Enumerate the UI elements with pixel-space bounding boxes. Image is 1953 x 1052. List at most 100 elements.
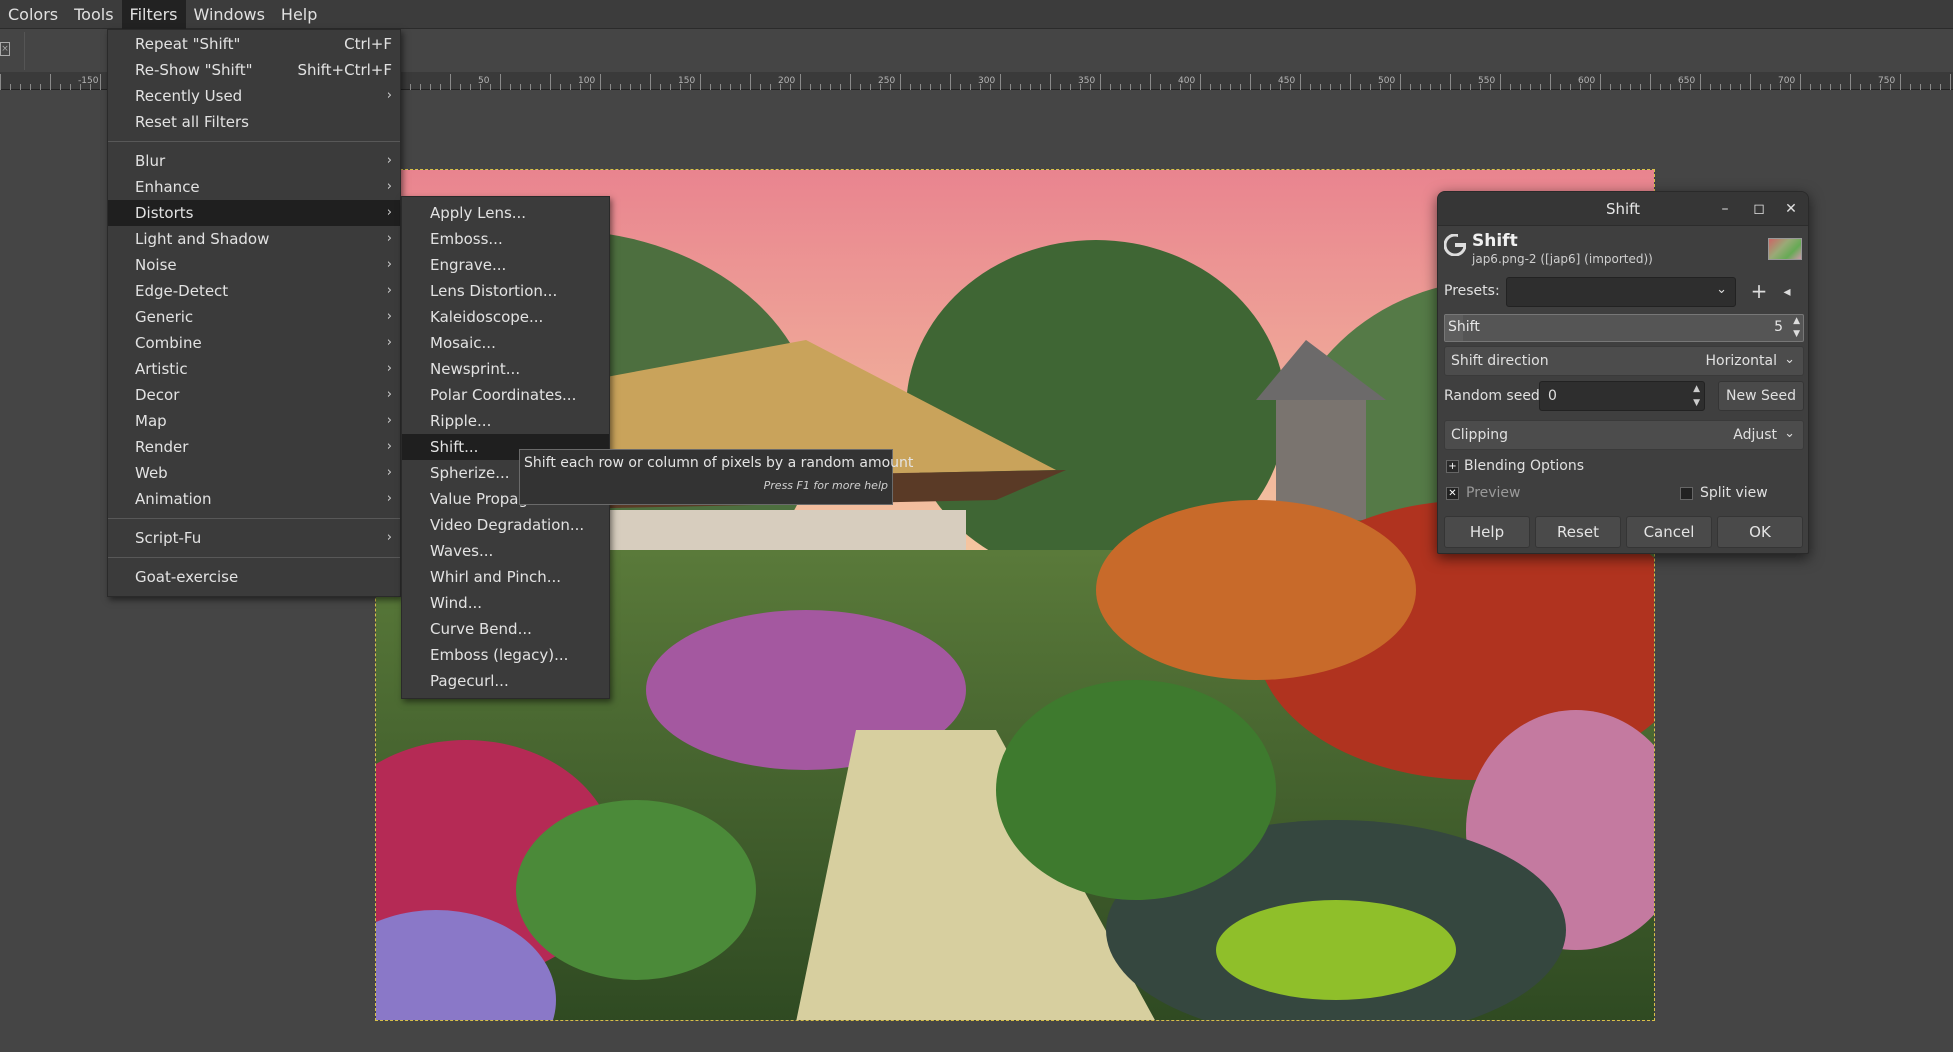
chevron-right-icon: › [386, 439, 392, 454]
ruler-label: 200 [778, 76, 795, 86]
presets-menu-icon[interactable]: ◂ [1776, 279, 1798, 305]
random-seed-input[interactable]: 0 ▲ ▼ [1539, 381, 1705, 411]
ruler-label: 700 [1778, 76, 1795, 86]
menu-item-waves[interactable]: Waves... [402, 538, 609, 564]
menu-item-generic[interactable]: Generic › [108, 304, 400, 330]
menu-item-decor[interactable]: Decor › [108, 382, 400, 408]
ruler-label: 500 [1378, 76, 1395, 86]
ruler-label: 750 [1878, 76, 1895, 86]
menu-item-render[interactable]: Render › [108, 434, 400, 460]
menu-item-repeat-shift[interactable]: Repeat "Shift" Ctrl+F [108, 31, 400, 57]
close-icon[interactable]: ✕ [1780, 192, 1802, 226]
menu-item-curve-bend[interactable]: Curve Bend... [402, 616, 609, 642]
menu-item-wind[interactable]: Wind... [402, 590, 609, 616]
chevron-right-icon: › [386, 491, 392, 506]
minimize-icon[interactable]: – [1714, 192, 1736, 226]
menu-item-artistic[interactable]: Artistic › [108, 356, 400, 382]
menu-item-combine[interactable]: Combine › [108, 330, 400, 356]
presets-row: Presets: ⌄ + ◂ [1444, 277, 1802, 307]
menu-item-engrave[interactable]: Engrave... [402, 252, 609, 278]
add-preset-icon[interactable]: + [1748, 279, 1770, 305]
new-seed-button[interactable]: New Seed [1718, 381, 1804, 411]
menu-padding [108, 590, 400, 596]
menu-item-web[interactable]: Web › [108, 460, 400, 486]
menu-item-label: Goat-exercise [135, 568, 239, 586]
menu-item-kaleidoscope[interactable]: Kaleidoscope... [402, 304, 609, 330]
ruler-label: 550 [1478, 76, 1495, 86]
random-seed-label: Random seed [1444, 388, 1540, 404]
shift-direction-combo[interactable]: Shift direction Horizontal ⌄ [1444, 346, 1804, 376]
gimp-logo-icon [1444, 234, 1466, 256]
menu-item-lens-distortion[interactable]: Lens Distortion... [402, 278, 609, 304]
menu-item-video-degradation[interactable]: Video Degradation... [402, 512, 609, 538]
menu-item-label: Blur [135, 152, 166, 170]
chevron-right-icon: › [386, 88, 392, 103]
menu-filters[interactable]: Filters [121, 0, 186, 29]
chevron-right-icon: › [386, 231, 392, 246]
menu-item-animation[interactable]: Animation › [108, 486, 400, 512]
shift-direction-label: Shift direction [1451, 353, 1549, 369]
preview-row: ✕ Preview Split view [1444, 483, 1802, 505]
menu-item-label: Enhance [135, 178, 200, 196]
spin-arrows-icon[interactable]: ▲ ▼ [1693, 382, 1700, 410]
dialog-titlebar[interactable]: Shift – ◻ ✕ [1438, 192, 1808, 226]
ruler-label: 650 [1678, 76, 1695, 86]
menu-item-recently-used[interactable]: Recently Used › [108, 83, 400, 109]
menu-item-emboss[interactable]: Emboss... [402, 226, 609, 252]
menu-item-mosaic[interactable]: Mosaic... [402, 330, 609, 356]
dialog-buttons: Help Reset Cancel OK [1444, 516, 1803, 548]
menu-item-whirl-and-pinch[interactable]: Whirl and Pinch... [402, 564, 609, 590]
menu-item-label: Animation [135, 490, 212, 508]
menu-item-light-and-shadow[interactable]: Light and Shadow › [108, 226, 400, 252]
tab-close-icon[interactable]: × [0, 42, 10, 56]
menu-padding [402, 694, 609, 698]
blending-options-label[interactable]: Blending Options [1464, 458, 1584, 474]
menu-colors[interactable]: Colors [0, 0, 66, 29]
menu-item-map[interactable]: Map › [108, 408, 400, 434]
menu-item-emboss-legacy[interactable]: Emboss (legacy)... [402, 642, 609, 668]
preview-checkbox[interactable]: ✕ [1446, 487, 1459, 500]
expander-icon[interactable]: + [1446, 460, 1459, 473]
menu-item-label: Edge-Detect [135, 282, 229, 300]
menu-item-reset-filters[interactable]: Reset all Filters [108, 109, 400, 135]
menu-item-apply-lens[interactable]: Apply Lens... [402, 200, 609, 226]
ruler-label: 600 [1578, 76, 1595, 86]
menu-item-ripple[interactable]: Ripple... [402, 408, 609, 434]
dialog-image-name: jap6.png-2 ([jap6] (imported)) [1472, 252, 1653, 266]
menu-item-label: Web [135, 464, 168, 482]
split-view-checkbox[interactable] [1680, 487, 1693, 500]
chevron-right-icon: › [386, 153, 392, 168]
menu-item-distorts[interactable]: Distorts › [108, 200, 400, 226]
menu-item-newsprint[interactable]: Newsprint... [402, 356, 609, 382]
maximize-icon[interactable]: ◻ [1748, 192, 1770, 226]
cancel-button[interactable]: Cancel [1626, 516, 1712, 548]
ruler-label: 250 [878, 76, 895, 86]
menu-item-reshow-shift[interactable]: Re-Show "Shift" Shift+Ctrl+F [108, 57, 400, 83]
shift-spin-scale[interactable]: Shift 5 ▲ ▼ [1444, 314, 1804, 342]
menu-tools[interactable]: Tools [66, 0, 121, 29]
tooltip-help: Press F1 for more help [763, 479, 888, 492]
dialog-filter-name: Shift [1472, 231, 1518, 251]
menu-help[interactable]: Help [273, 0, 325, 29]
help-button[interactable]: Help [1444, 516, 1530, 548]
menu-item-accel: Ctrl+F [344, 35, 392, 53]
menu-item-noise[interactable]: Noise › [108, 252, 400, 278]
menu-item-pagecurl[interactable]: Pagecurl... [402, 668, 609, 694]
ruler-label: 300 [978, 76, 995, 86]
menu-separator [108, 141, 400, 142]
menu-windows[interactable]: Windows [186, 0, 273, 29]
presets-combo[interactable]: ⌄ [1506, 277, 1736, 307]
menu-item-polar-coordinates[interactable]: Polar Coordinates... [402, 382, 609, 408]
chevron-right-icon: › [386, 387, 392, 402]
menu-item-script-fu[interactable]: Script-Fu › [108, 525, 400, 551]
ruler-label: 350 [1078, 76, 1095, 86]
menu-item-enhance[interactable]: Enhance › [108, 174, 400, 200]
menu-item-edge-detect[interactable]: Edge-Detect › [108, 278, 400, 304]
ok-button[interactable]: OK [1717, 516, 1803, 548]
reset-button[interactable]: Reset [1535, 516, 1621, 548]
chevron-down-icon: ⌄ [1784, 352, 1795, 367]
menu-item-goat-exercise[interactable]: Goat-exercise [108, 564, 400, 590]
clipping-combo[interactable]: Clipping Adjust ⌄ [1444, 420, 1804, 450]
spin-arrows-icon[interactable]: ▲ ▼ [1793, 315, 1800, 341]
menu-item-blur[interactable]: Blur › [108, 148, 400, 174]
